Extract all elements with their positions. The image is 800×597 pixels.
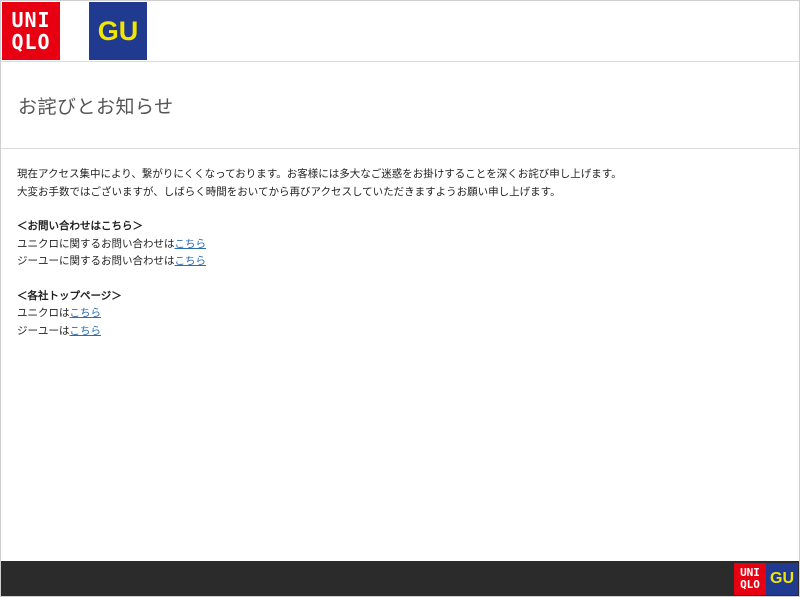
top-uniqlo-row: ユニクロはこちら	[17, 305, 799, 323]
footer-uniqlo-logo[interactable]: UNI QLO	[734, 563, 766, 595]
uniqlo-logo-line1: UNI	[11, 8, 51, 32]
notice-line-2: 大変お手数ではございますが、しばらく時間をおいてから再びアクセスしていただきます…	[17, 185, 561, 198]
top-pages-heading: ＜各社トップページ＞	[17, 289, 122, 302]
contact-heading: ＜お問い合わせはこちら＞	[17, 220, 143, 232]
top-uniqlo-link[interactable]: こちら	[70, 307, 102, 319]
top-gu-link[interactable]: こちら	[70, 325, 102, 337]
contact-uniqlo-row: ユニクロに関するお問い合わせはこちら	[17, 236, 799, 254]
gu-logo[interactable]: GU	[89, 2, 147, 60]
footer-gu-text: GU	[770, 570, 794, 587]
main-content: 現在アクセス集中により、繋がりにくくなっております。お客様には多大なご迷惑をお掛…	[1, 149, 799, 340]
uniqlo-logo-line2: QLO	[11, 30, 51, 54]
top-gu-row: ジーユーはこちら	[17, 323, 799, 341]
footer-gu-logo[interactable]: GU	[766, 563, 798, 595]
contact-gu-text: ジーユーに関するお問い合わせは	[17, 255, 175, 267]
page-frame: UNI QLO GU お詫びとお知らせ 現在アクセス集中により、繋がりにくくなっ…	[0, 0, 800, 597]
top-uniqlo-text: ユニクロは	[17, 307, 70, 319]
title-band: お詫びとお知らせ	[1, 62, 799, 149]
footer-uniqlo-line2: QLO	[740, 578, 760, 591]
contact-gu-row: ジーユーに関するお問い合わせはこちら	[17, 253, 799, 271]
contact-gu-link[interactable]: こちら	[175, 255, 207, 267]
contact-uniqlo-link[interactable]: こちら	[175, 238, 207, 250]
footer-logos: UNI QLO GU	[734, 563, 798, 595]
footer: UNI QLO GU	[1, 561, 799, 596]
header: UNI QLO GU	[1, 1, 799, 62]
contact-uniqlo-text: ユニクロに関するお問い合わせは	[17, 237, 175, 250]
page-title: お詫びとお知らせ	[18, 95, 174, 118]
notice-line-1: 現在アクセス集中により、繋がりにくくなっております。お客様には多大なご迷惑をお掛…	[17, 168, 622, 180]
top-gu-text: ジーユーは	[17, 324, 70, 337]
gu-logo-text: GU	[97, 15, 139, 46]
uniqlo-logo[interactable]: UNI QLO	[2, 2, 60, 60]
